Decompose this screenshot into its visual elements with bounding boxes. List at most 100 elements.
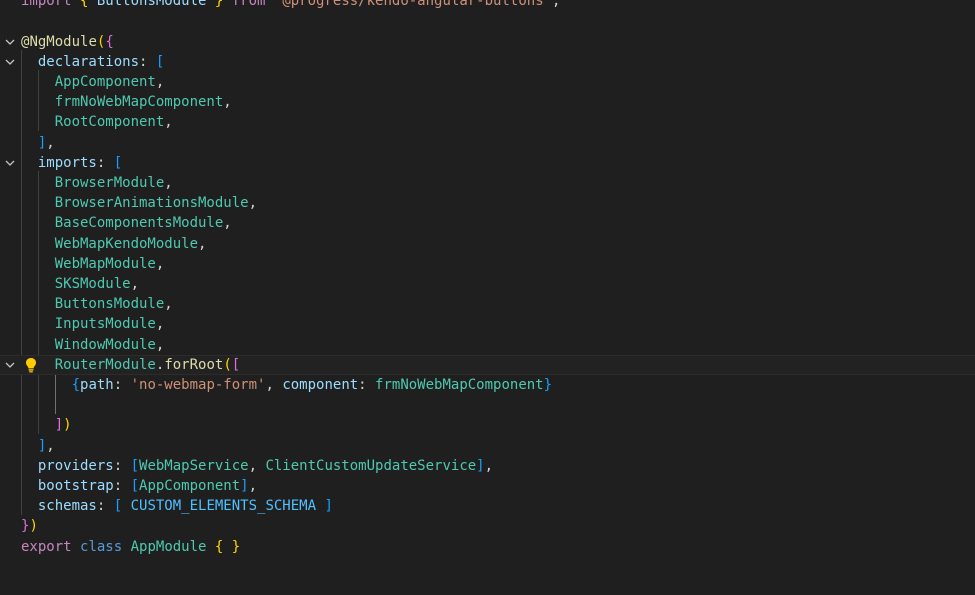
code-line-import-item[interactable]: InputsModule,: [0, 314, 975, 334]
bracket: [: [113, 498, 131, 515]
code-line-ngmodule-close[interactable]: }): [0, 516, 975, 536]
bracket: [: [113, 154, 123, 171]
code-line-import[interactable]: import { ButtonsModule } from '@progress…: [0, 0, 975, 11]
colon: :: [113, 457, 131, 474]
identifier: WebMapService: [139, 457, 249, 474]
code-line-import-item[interactable]: BrowserModule,: [0, 173, 975, 193]
identifier: WebMapModule: [54, 255, 156, 272]
code-line-ngmodule[interactable]: @NgModule({: [0, 32, 975, 52]
comma: ,: [164, 114, 173, 131]
comma: ,: [155, 316, 165, 333]
bracket: [: [130, 477, 140, 494]
comma: ,: [164, 296, 173, 313]
chevron-down-icon[interactable]: [4, 355, 16, 375]
identifier: SKSModule: [54, 275, 131, 292]
code-text: BrowserAnimationsModule,: [21, 193, 257, 213]
code-line-router-current[interactable]: RouterModule.forRoot([: [0, 354, 975, 375]
identifier: RootComponent: [54, 114, 165, 131]
code-line-import-item[interactable]: WindowModule,: [0, 335, 975, 355]
comma: ,: [155, 255, 165, 272]
bracket: [: [155, 53, 165, 70]
identifier: AppComponent: [54, 73, 156, 90]
code-text: ]): [21, 415, 72, 435]
comma: ,: [265, 376, 283, 393]
comma: ,: [248, 457, 266, 474]
code-text: {path: 'no-webmap-form', component: frmN…: [21, 375, 552, 395]
identifier: BrowserModule: [54, 174, 165, 191]
identifier: frmNoWebMapComponent: [375, 376, 544, 393]
identifier: BaseComponentsModule: [54, 215, 224, 232]
code-line-import-item[interactable]: BrowserAnimationsModule,: [0, 193, 975, 213]
colon: :: [358, 376, 376, 393]
colon: :: [96, 498, 114, 515]
code-line-providers[interactable]: providers: [WebMapService, ClientCustomU…: [0, 456, 975, 476]
code-line-import-item[interactable]: WebMapModule,: [0, 254, 975, 274]
chevron-down-icon[interactable]: [4, 153, 16, 173]
comma: ,: [155, 73, 165, 90]
code-line-route[interactable]: {path: 'no-webmap-form', component: frmN…: [0, 375, 975, 395]
paren: ): [63, 417, 72, 434]
code-line-declaration-item[interactable]: RootComponent,: [0, 112, 975, 132]
code-line-router-close[interactable]: ]): [0, 415, 975, 435]
colon: :: [113, 376, 131, 393]
keyword-export: export: [21, 538, 72, 555]
comma: ,: [155, 336, 165, 353]
colon: :: [113, 477, 131, 494]
comma: ,: [164, 174, 173, 191]
code-text: }): [21, 516, 38, 536]
code-text: AppComponent,: [21, 72, 165, 92]
comma: ,: [223, 94, 232, 111]
identifier: RouterModule: [54, 356, 156, 373]
code-line-empty[interactable]: [0, 395, 975, 415]
paren: ): [29, 518, 38, 535]
brace: {: [71, 0, 97, 9]
code-line-declaration-item[interactable]: frmNoWebMapComponent,: [0, 92, 975, 112]
colon: :: [96, 154, 114, 171]
brace: }: [543, 376, 553, 393]
code-text: imports: [: [21, 153, 122, 173]
bracket: [: [130, 457, 140, 474]
code-line-imports[interactable]: imports: [: [0, 153, 975, 173]
code-line-import-item[interactable]: SKSModule,: [0, 274, 975, 294]
property-key: schemas: [37, 498, 97, 515]
code-line-schemas[interactable]: schemas: [ CUSTOM_ELEMENTS_SCHEMA ]: [0, 496, 975, 516]
chevron-down-icon[interactable]: [4, 32, 16, 52]
code-line-import-item[interactable]: BaseComponentsModule,: [0, 213, 975, 233]
code-text: import { ButtonsModule } from '@progress…: [21, 0, 560, 11]
code-text: BaseComponentsModule,: [21, 213, 232, 233]
code-line-declaration-item[interactable]: AppComponent,: [0, 72, 975, 92]
brace: {: [71, 376, 81, 393]
comma: ,: [248, 195, 258, 212]
module-path-string: '@progress/kendo-angular-buttons': [265, 0, 553, 9]
paren: (: [223, 356, 232, 373]
bracket: ]: [316, 498, 333, 515]
code-editor[interactable]: import { ButtonsModule } from '@progress…: [0, 0, 975, 595]
code-line-declarations[interactable]: declarations: [: [0, 52, 975, 72]
function-name: forRoot: [164, 356, 224, 373]
brace: }: [206, 0, 232, 9]
chevron-down-icon[interactable]: [4, 52, 16, 72]
code-text: InputsModule,: [21, 314, 165, 334]
comma: ,: [46, 437, 55, 454]
code-line-import-item[interactable]: ButtonsModule,: [0, 294, 975, 314]
property-key: imports: [37, 154, 97, 171]
keyword-from: from: [231, 0, 266, 9]
code-line-bootstrap[interactable]: bootstrap: [AppComponent],: [0, 476, 975, 496]
decorator-name: NgModule: [29, 33, 97, 50]
bracket: ]: [240, 477, 249, 494]
code-text: providers: [WebMapService, ClientCustomU…: [21, 456, 493, 476]
identifier: WindowModule: [54, 336, 156, 353]
comma: ,: [484, 457, 494, 474]
comma: ,: [130, 275, 140, 292]
code-line-export[interactable]: export class AppModule { }: [0, 537, 975, 557]
code-line-imports-close[interactable]: ],: [0, 436, 975, 456]
identifier: AppComponent: [139, 477, 241, 494]
code-line-declarations-close[interactable]: ],: [0, 133, 975, 153]
code-text: RootComponent,: [21, 112, 173, 132]
code-line-import-item[interactable]: WebMapKendoModule,: [0, 234, 975, 254]
identifier: ClientCustomUpdateService: [265, 457, 477, 474]
